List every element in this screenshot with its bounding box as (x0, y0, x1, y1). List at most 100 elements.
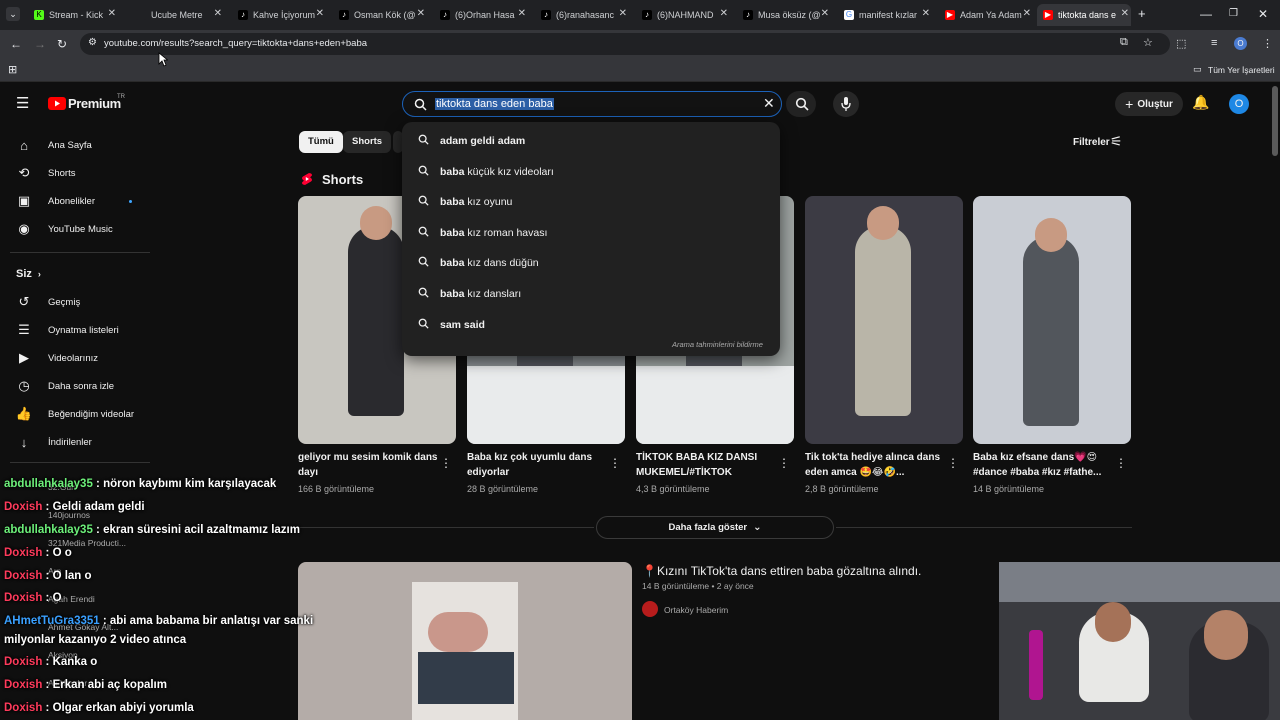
close-tab-icon[interactable]: ✕ (417, 8, 425, 19)
create-button[interactable]: + Oluştur (1115, 92, 1183, 116)
short-thumbnail[interactable] (805, 196, 963, 444)
channel-name[interactable]: Ortaköy Haberim (664, 605, 728, 615)
profile-avatar-icon[interactable]: O (1234, 37, 1247, 50)
browser-tab[interactable]: ♪ Osman Kök (@ ✕ (333, 4, 427, 26)
close-window-button[interactable]: ✕ (1258, 7, 1268, 21)
short-more-options-icon[interactable]: ⋮ (778, 456, 790, 470)
search-input[interactable]: tiktokta dans eden baba (435, 98, 554, 110)
close-tab-icon[interactable]: ✕ (821, 8, 829, 19)
short-more-options-icon[interactable]: ⋮ (947, 456, 959, 470)
media-control-icon[interactable]: ≡ (1211, 37, 1217, 49)
sidebar-item-shorts[interactable]: ⟲ Shorts (0, 159, 150, 187)
browser-tab[interactable]: ♪ Musa öksüz (@ ✕ (737, 4, 831, 26)
short-more-options-icon[interactable]: ⋮ (609, 456, 621, 470)
browser-tab[interactable]: ▶ Adam Ya Adam ✕ (939, 4, 1033, 26)
sidebar-item-playlists[interactable]: ☰ Oynatma listeleri (0, 316, 150, 344)
minimize-button[interactable]: — (1200, 7, 1212, 21)
short-title[interactable]: Tik tok'ta hediye alınca dans eden amca … (805, 450, 945, 480)
hamburger-menu-icon[interactable]: ☰ (16, 94, 29, 112)
short-thumbnail-figure (348, 226, 404, 416)
sidebar-item-your-videos[interactable]: ▶ Videolarınız (0, 344, 150, 372)
tab-search-button[interactable]: ⌄ (6, 7, 20, 21)
short-thumbnail[interactable] (973, 196, 1131, 444)
youtube-logo-text[interactable]: Premium (68, 96, 121, 111)
close-tab-icon[interactable]: ✕ (922, 8, 930, 19)
channel-avatar[interactable] (642, 601, 658, 617)
short-title[interactable]: Baba kız çok uyumlu dans ediyorlar (467, 450, 607, 480)
browser-tab[interactable]: ♪ Kahve İçiyorum ✕ (232, 4, 326, 26)
chevron-right-icon: › (37, 269, 41, 279)
close-tab-icon[interactable]: ✕ (720, 8, 728, 19)
close-tab-icon[interactable]: ✕ (619, 8, 627, 19)
short-more-options-icon[interactable]: ⋮ (440, 456, 452, 470)
close-tab-icon[interactable]: ✕ (316, 8, 324, 19)
search-suggestion[interactable]: baba küçük kız videoları (402, 157, 780, 187)
sidebar-item-history[interactable]: ↺ Geçmiş (0, 288, 150, 316)
browser-tab[interactable]: ♪ (6)NAHMAND ✕ (636, 4, 730, 26)
search-suggestion[interactable]: adam geldi adam (402, 126, 780, 156)
clear-search-icon[interactable]: ✕ (763, 95, 775, 112)
show-more-button[interactable]: Daha fazla göster ⌄ (596, 516, 834, 539)
url-box[interactable]: ⚙ youtube.com/results?search_query=tikto… (80, 33, 1170, 55)
browser-tab[interactable]: Gmanifest kızlar ✕ (838, 4, 932, 26)
filters-label[interactable]: Filtreler (1073, 137, 1110, 148)
search-suggestion[interactable]: sam said (402, 310, 780, 340)
short-title[interactable]: Baba kız efsane dans💗😍 #dance #baba #kız… (973, 450, 1113, 480)
sidebar-item-youtube-music[interactable]: ◉ YouTube Music (0, 215, 150, 243)
short-title[interactable]: geliyor mu sesim komik dans dayı (298, 450, 438, 480)
search-suggestion[interactable]: baba kız roman havası (402, 218, 780, 248)
browser-tab[interactable]: ♪ (6)Orhan Hasa ✕ (434, 4, 528, 26)
all-bookmarks-link[interactable]: Tüm Yer İşaretleri (1208, 65, 1275, 75)
short-more-options-icon[interactable]: ⋮ (1115, 456, 1127, 470)
url-text[interactable]: youtube.com/results?search_query=tiktokt… (104, 38, 367, 49)
close-tab-icon[interactable]: ✕ (214, 8, 222, 19)
browser-tab[interactable]: K Stream - Kick ✕ (28, 4, 118, 26)
search-button[interactable] (786, 91, 816, 117)
notifications-bell-icon[interactable]: 🔔 (1192, 94, 1209, 111)
chip-shorts[interactable]: Shorts (343, 131, 392, 153)
sidebar-item-home[interactable]: ⌂ Ana Sayfa (0, 131, 150, 159)
apps-grid-icon[interactable]: ⊞ (8, 63, 17, 76)
youtube-logo-icon[interactable] (48, 97, 66, 110)
suggestion-text: baba kız oyunu (440, 196, 512, 208)
report-predictions-link[interactable]: Arama tahminlerini bildirme (672, 340, 763, 349)
account-avatar[interactable]: O (1229, 94, 1249, 114)
page-scrollbar[interactable] (1272, 86, 1278, 156)
forward-button[interactable]: → (34, 37, 46, 51)
close-tab-icon[interactable]: ✕ (108, 8, 116, 19)
search-suggestion[interactable]: baba kız dans düğün (402, 248, 780, 278)
sidebar-item-watch-later[interactable]: ◷ Daha sonra izle (0, 372, 150, 400)
sidebar-item-subscriptions[interactable]: ▣ Abonelikler (0, 187, 150, 215)
search-box[interactable]: tiktokta dans eden baba ✕ (402, 91, 782, 117)
browser-tab[interactable]: Ucube Metre ✕ (130, 4, 224, 26)
sidebar-item-liked-videos[interactable]: 👍 Beğendiğim videolar (0, 400, 150, 428)
maximize-button[interactable]: ❐ (1229, 8, 1238, 19)
video-thumbnail[interactable] (298, 562, 632, 720)
reload-button[interactable]: ↻ (57, 37, 67, 51)
install-app-icon[interactable]: ⧉ (1120, 36, 1128, 49)
video-title[interactable]: 📍Kızını TikTok'ta dans ettiren baba göza… (642, 564, 921, 578)
new-tab-button[interactable]: + (1138, 6, 1146, 21)
you-section-header[interactable]: Siz › (16, 268, 41, 280)
site-info-icon[interactable]: ⚙ (88, 37, 97, 48)
short-title[interactable]: TİKTOK BABA KIZ DANSI MUKEMEL/#TİKTOK (636, 450, 776, 480)
voice-search-button[interactable] (833, 91, 859, 117)
sidebar-item-downloads[interactable]: ↓ İndirilenler (0, 428, 150, 456)
video-thumbnail-caption (418, 652, 514, 704)
filters-icon[interactable]: ⚟ (1110, 133, 1123, 150)
chat-username: abdullahkalay35 (4, 524, 93, 536)
chat-text: : Olgar erkan abiyi yorumla (42, 702, 194, 714)
close-tab-icon[interactable]: ✕ (1121, 8, 1129, 19)
bookmark-star-icon[interactable]: ☆ (1143, 36, 1153, 49)
close-tab-icon[interactable]: ✕ (518, 8, 526, 19)
search-suggestion[interactable]: baba kız dansları (402, 279, 780, 309)
short-thumbnail-face (1035, 218, 1067, 252)
extensions-icon[interactable]: ⬚ (1176, 37, 1186, 50)
chip-all[interactable]: Tümü (299, 131, 343, 153)
browser-tab[interactable]: ♪ (6)ranahasanc ✕ (535, 4, 629, 26)
browser-menu-icon[interactable]: ⋮ (1262, 37, 1273, 50)
browser-tab[interactable]: ▶ tiktokta dans e ✕ (1037, 4, 1131, 26)
search-suggestion[interactable]: baba kız oyunu (402, 187, 780, 217)
close-tab-icon[interactable]: ✕ (1023, 8, 1031, 19)
back-button[interactable]: ← (10, 37, 22, 51)
